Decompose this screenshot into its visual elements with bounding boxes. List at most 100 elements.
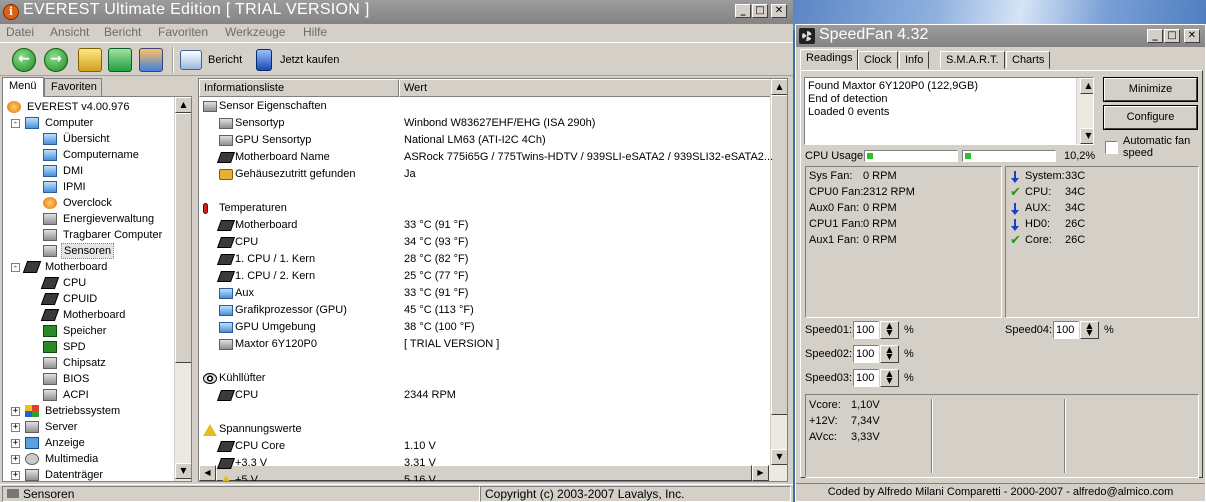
log-scroll-down[interactable]: ▼ xyxy=(1080,128,1093,144)
everest-title-bar[interactable]: i EVEREST Ultimate Edition [ TRIAL VERSI… xyxy=(0,0,793,24)
menu-favoriten[interactable]: Favoriten xyxy=(158,25,208,39)
menu-datei[interactable]: Datei xyxy=(6,25,34,39)
sf-minimize-button[interactable]: _ xyxy=(1147,29,1163,43)
list-row[interactable]: Aux 33 °C (91 °F) xyxy=(199,285,771,302)
list-row[interactable]: Sensortyp Winbond W83627EHF/EHG (ISA 290h… xyxy=(199,115,771,132)
list-row[interactable]: CPU 2344 RPM xyxy=(199,387,771,404)
list-row[interactable]: GPU Umgebung 38 °C (100 °F) xyxy=(199,319,771,336)
collapse-icon[interactable]: - xyxy=(11,119,20,128)
fan-value: 2312 RPM xyxy=(863,186,915,198)
list-item-value: Ja xyxy=(404,168,416,180)
scroll-up-button[interactable]: ▲ xyxy=(175,97,191,113)
buy-icon[interactable] xyxy=(256,49,272,71)
automatic-fan-speed-checkbox[interactable] xyxy=(1105,141,1118,154)
users-icon[interactable] xyxy=(139,48,163,72)
speed-spinner[interactable]: ▲ ▼ xyxy=(880,321,899,339)
back-icon[interactable]: ← xyxy=(12,48,36,72)
list-item-value: 38 °C (100 °F) xyxy=(404,321,475,333)
menu-werkzeuge[interactable]: Werkzeuge xyxy=(225,25,285,39)
list-scroll-up-button[interactable]: ▲ xyxy=(771,79,787,95)
list-row[interactable]: +5 V 5.16 V xyxy=(199,472,771,481)
scroll-down-button[interactable]: ▼ xyxy=(175,463,191,479)
report-icon[interactable] xyxy=(180,50,202,70)
speed-input[interactable]: 100 xyxy=(853,345,879,363)
list-row[interactable]: CPU 34 °C (93 °F) xyxy=(199,234,771,251)
column-header-info[interactable]: Informationsliste xyxy=(199,79,399,97)
minimize-button[interactable]: _ xyxy=(735,4,751,18)
speed-input[interactable]: 100 xyxy=(853,321,879,339)
speed-unit: % xyxy=(1104,324,1114,336)
minimize-to-tray-button[interactable]: Minimize xyxy=(1103,77,1198,102)
expand-icon[interactable]: + xyxy=(11,407,20,416)
tab-readings[interactable]: Readings xyxy=(800,49,859,70)
list-row[interactable]: CPU Core 1.10 V xyxy=(199,438,771,455)
temp-label: Core: xyxy=(1025,234,1052,246)
maximize-button[interactable]: □ xyxy=(752,4,768,18)
event-log[interactable]: Found Maxtor 6Y120P0 (122,9GB) End of de… xyxy=(804,77,1094,145)
expand-icon[interactable]: + xyxy=(11,439,20,448)
list-row[interactable]: Motherboard Name ASRock 775i65G / 775Twin… xyxy=(199,149,773,166)
configure-button[interactable]: Configure xyxy=(1103,105,1198,130)
log-scrollbar[interactable]: ▲ ▼ xyxy=(1076,78,1093,144)
tab-clock[interactable]: Clock xyxy=(858,51,898,69)
list-group-header[interactable]: Kühllüfter xyxy=(199,370,771,387)
list-row[interactable]: Motherboard 33 °C (91 °F) xyxy=(199,217,771,234)
cpu-usage-value: 10,2% xyxy=(1064,150,1096,162)
list-group-header[interactable]: Temperaturen xyxy=(199,200,771,217)
up-folder-icon[interactable] xyxy=(78,48,102,72)
menu-hilfe[interactable]: Hilfe xyxy=(303,25,327,39)
expand-icon[interactable]: + xyxy=(11,423,20,432)
tab-smart[interactable]: S.M.A.R.T. xyxy=(940,51,1005,69)
list-row[interactable]: 1. CPU / 1. Kern 28 °C (82 °F) xyxy=(199,251,771,268)
refresh-icon[interactable] xyxy=(108,48,132,72)
tree-item-label: EVEREST v4.00.976 xyxy=(27,101,130,113)
list-scroll-thumb[interactable] xyxy=(771,95,787,415)
collapse-icon[interactable]: - xyxy=(11,263,20,272)
sf-maximize-button[interactable]: □ xyxy=(1164,29,1180,43)
column-header-value[interactable]: Wert xyxy=(399,79,771,97)
computer-icon xyxy=(219,288,233,299)
voltage-value: 3,33V xyxy=(851,431,880,443)
tree-item-label: Datenträger xyxy=(45,469,104,481)
menu-ansicht[interactable]: Ansicht xyxy=(50,25,89,39)
buy-now-button[interactable]: Jetzt kaufen xyxy=(280,54,339,66)
speed-spinner[interactable]: ▲ ▼ xyxy=(1080,321,1099,339)
toolbar: ← → Bericht Jetzt kaufen xyxy=(0,42,793,76)
tab-favoriten[interactable]: Favoriten xyxy=(44,78,102,96)
expand-icon[interactable]: + xyxy=(11,471,20,480)
tree-vertical-scrollbar[interactable]: ▲ ▼ xyxy=(174,97,191,481)
tree-item-label: IPMI xyxy=(63,181,86,193)
list-row[interactable]: Grafikprozessor (GPU) 45 °C (113 °F) xyxy=(199,302,771,319)
speed-input[interactable]: 100 xyxy=(1053,321,1079,339)
cpu-icon xyxy=(216,254,236,265)
info-icon xyxy=(7,101,21,113)
menu-bericht[interactable]: Bericht xyxy=(104,25,141,39)
fan-value: 0 RPM xyxy=(863,202,897,214)
speed-spinner[interactable]: ▲ ▼ xyxy=(880,345,899,363)
list-row[interactable]: 1. CPU / 2. Kern 25 °C (77 °F) xyxy=(199,268,771,285)
log-scroll-up[interactable]: ▲ xyxy=(1080,78,1093,94)
scroll-thumb[interactable] xyxy=(175,113,191,363)
expand-icon[interactable]: + xyxy=(11,455,20,464)
list-vertical-scrollbar[interactable]: ▲ ▼ xyxy=(770,79,787,465)
list-row[interactable]: Maxtor 6Y120P0 [ TRIAL VERSION ] xyxy=(199,336,771,353)
list-group-header[interactable]: Spannungswerte xyxy=(199,421,771,438)
close-button[interactable]: ✕ xyxy=(771,4,787,18)
report-button[interactable]: Bericht xyxy=(208,54,242,66)
sf-close-button[interactable]: ✕ xyxy=(1184,29,1200,43)
list-row[interactable]: GPU Sensortyp National LM63 (ATI-I2C 4Ch) xyxy=(199,132,771,149)
left-panel-tabs: Menü Favoriten xyxy=(0,77,196,97)
list-row[interactable]: Gehäusezutritt gefunden Ja xyxy=(199,166,771,183)
list-row[interactable]: +3.3 V 3.31 V xyxy=(199,455,771,472)
forward-icon[interactable]: → xyxy=(44,48,68,72)
list-scroll-down-button[interactable]: ▼ xyxy=(771,449,787,465)
tab-menu[interactable]: Menü xyxy=(2,77,44,97)
list-item-name: Sensor Eigenschaften xyxy=(219,100,327,112)
sensor-icon xyxy=(219,135,233,146)
tab-charts[interactable]: Charts xyxy=(1006,51,1051,69)
speedfan-title-bar[interactable]: SpeedFan 4.32 _ □ ✕ xyxy=(796,25,1205,47)
tab-info[interactable]: Info xyxy=(899,51,930,69)
speed-spinner[interactable]: ▲ ▼ xyxy=(880,369,899,387)
list-group-header[interactable]: Sensor Eigenschaften xyxy=(199,98,771,115)
speed-input[interactable]: 100 xyxy=(853,369,879,387)
